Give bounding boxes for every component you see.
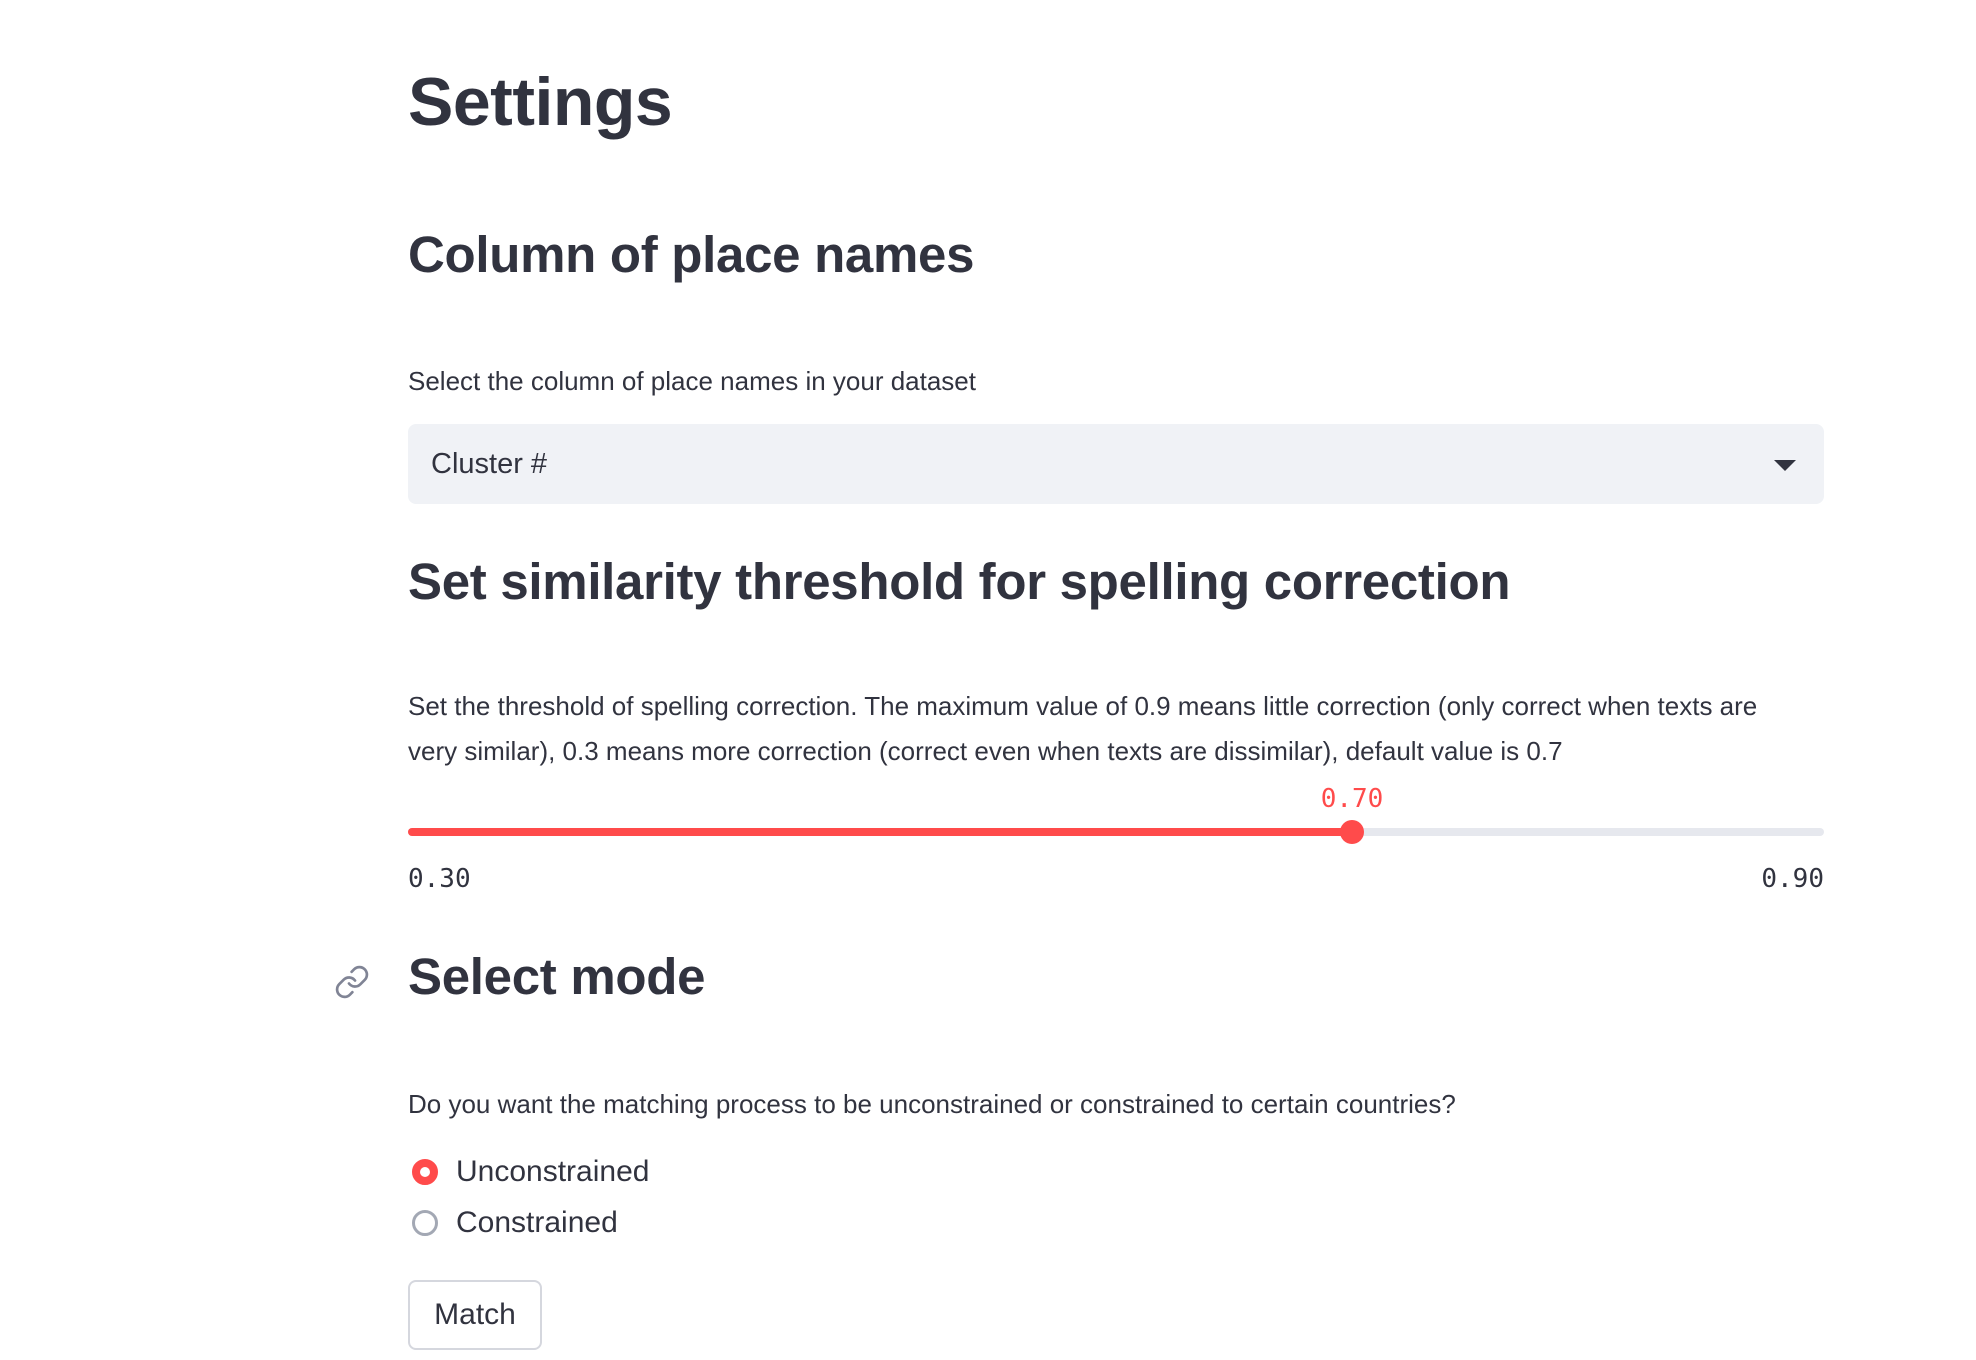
radio-option-label: Unconstrained: [456, 1155, 650, 1188]
column-select-value: Cluster #: [431, 448, 548, 480]
slider-track[interactable]: [408, 828, 1824, 836]
threshold-label-line-1: Set the threshold of spelling correction…: [408, 691, 1758, 721]
column-select[interactable]: Cluster #: [408, 424, 1824, 504]
column-section-heading: Column of place names: [408, 226, 975, 283]
link-icon[interactable]: [334, 964, 370, 1000]
slider-value-label: 0.70: [1320, 784, 1384, 814]
slider-thumb[interactable]: [1340, 820, 1364, 844]
radio-checked-icon: [412, 1159, 438, 1185]
slider-fill: [408, 828, 1352, 836]
radio-unchecked-icon: [412, 1210, 438, 1236]
threshold-section-heading: Set similarity threshold for spelling co…: [408, 553, 1511, 610]
page-title: Settings: [408, 64, 673, 140]
threshold-label-line-2: very similar), 0.3 means more correction…: [408, 736, 1563, 766]
match-button[interactable]: Match: [408, 1280, 542, 1350]
caret-down-icon: [1774, 460, 1796, 471]
slider-min-label: 0.30: [408, 864, 471, 894]
radio-option-label: Constrained: [456, 1206, 618, 1239]
mode-section-heading: Select mode: [408, 948, 706, 1005]
column-select-label: Select the column of place names in your…: [408, 366, 976, 396]
slider-max-label: 0.90: [1761, 864, 1824, 894]
mode-radio-label: Do you want the matching process to be u…: [408, 1089, 1456, 1119]
radio-option-constrained[interactable]: Constrained: [408, 1201, 618, 1245]
radio-option-unconstrained[interactable]: Unconstrained: [408, 1150, 649, 1194]
